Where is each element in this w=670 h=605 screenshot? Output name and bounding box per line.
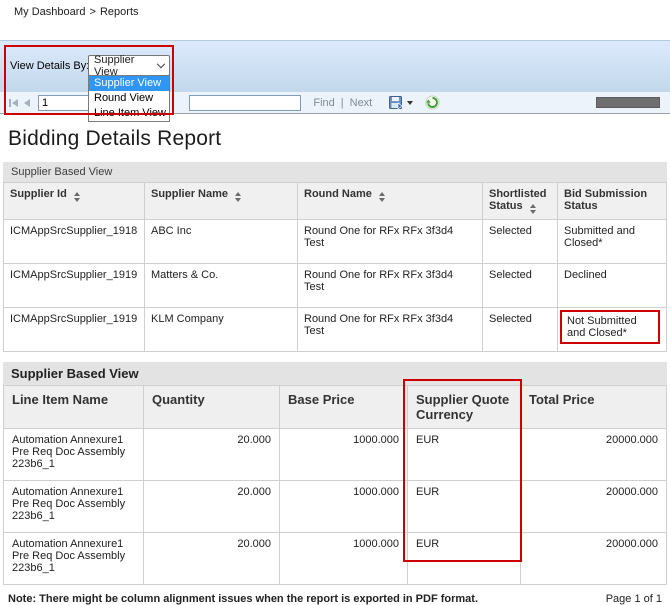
cell-base-price: 1000.000 [280,481,408,533]
line-item-table: Line Item Name Quantity Base Price Suppl… [3,385,667,585]
section-header-supplier-based-view-1: Supplier Based View [3,162,667,182]
view-details-selected-value: Supplier View [94,54,158,78]
report-viewer-toolbar-area: View Details By: Supplier View of 1 Find… [0,40,670,114]
column-label: Round Name [304,188,372,200]
first-page-icon [9,99,11,107]
export-dropdown-caret-icon [407,101,413,105]
cell-quantity: 20.000 [144,481,280,533]
cell-total-price: 20000.000 [521,533,667,585]
view-details-select[interactable]: Supplier View [88,55,170,76]
cell-bid-submission-status: Not Submitted and Closed* [558,308,667,352]
sort-icon[interactable] [74,192,80,202]
column-label: Bid Submission Status [564,188,647,212]
column-label: Shortlisted Status [489,188,546,212]
table-row: Automation Annexure1 Pre Req Doc Assembl… [4,429,667,481]
cell-supplier-id: ICMAppSrcSupplier_1919 [4,308,145,352]
line-item-section: Supplier Based View Line Item Name Quant… [3,362,667,585]
report-footer: Note: There might be column alignment is… [3,585,667,605]
table-header-row: Supplier Id Supplier Name Round Name Sho… [4,183,667,220]
view-details-dropdown-menu: Supplier View Round View Line Item View [88,75,170,122]
cell-supplier-name: Matters & Co. [145,264,298,308]
supplier-table: Supplier Id Supplier Name Round Name Sho… [3,182,667,352]
export-disk-icon [388,95,403,110]
table-row: ICMAppSrcSupplier_1919 Matters & Co. Rou… [4,264,667,308]
cell-supplier-quote-currency: EUR [408,533,521,585]
column-header-base-price: Base Price [280,386,408,429]
page-indicator: Page 1 of 1 [606,593,662,605]
cell-base-price: 1000.000 [280,429,408,481]
horizontal-scrollbar-thumb[interactable] [596,97,660,108]
dropdown-option-supplier-view[interactable]: Supplier View [89,76,169,91]
cell-round-name: Round One for RFx RFx 3f3d4 Test [298,220,483,264]
cell-supplier-quote-currency: EUR [408,429,521,481]
current-page-input[interactable] [38,95,94,111]
column-header-shortlisted-status[interactable]: Shortlisted Status [483,183,558,220]
status-text: Not Submitted and Closed* [567,315,637,339]
cell-quantity: 20.000 [144,533,280,585]
sort-icon[interactable] [235,192,241,202]
sort-icon[interactable] [379,192,385,202]
cell-shortlisted-status: Selected [483,220,558,264]
table-row: ICMAppSrcSupplier_1918 ABC Inc Round One… [4,220,667,264]
dropdown-option-line-item-view[interactable]: Line Item View [89,106,169,121]
sort-icon[interactable] [530,204,536,214]
refresh-icon [425,95,440,110]
find-next-separator: | [341,97,344,109]
cell-supplier-id: ICMAppSrcSupplier_1918 [4,220,145,264]
cell-round-name: Round One for RFx RFx 3f3d4 Test [298,264,483,308]
cell-bid-submission-status: Submitted and Closed* [558,220,667,264]
column-header-line-item-name: Line Item Name [4,386,144,429]
column-header-supplier-quote-currency: Supplier Quote Currency [408,386,521,429]
cell-supplier-id: ICMAppSrcSupplier_1919 [4,264,145,308]
column-label: Supplier Name [151,188,228,200]
breadcrumb-link-dashboard[interactable]: My Dashboard [14,6,86,18]
cell-quantity: 20.000 [144,429,280,481]
cell-total-price: 20000.000 [521,481,667,533]
column-header-supplier-id[interactable]: Supplier Id [4,183,145,220]
dropdown-option-round-view[interactable]: Round View [89,91,169,106]
column-header-bid-submission-status: Bid Submission Status [558,183,667,220]
table-row: ICMAppSrcSupplier_1919 KLM Company Round… [4,308,667,352]
breadcrumb-link-reports[interactable]: Reports [100,6,139,18]
cell-total-price: 20000.000 [521,429,667,481]
cell-bid-submission-status: Declined [558,264,667,308]
column-header-round-name[interactable]: Round Name [298,183,483,220]
find-link[interactable]: Find [313,97,334,109]
cell-round-name: Round One for RFx RFx 3f3d4 Test [298,308,483,352]
cell-shortlisted-status: Selected [483,308,558,352]
next-link[interactable]: Next [350,97,373,109]
table-row: Automation Annexure1 Pre Req Doc Assembl… [4,481,667,533]
column-header-supplier-name[interactable]: Supplier Name [145,183,298,220]
refresh-button[interactable] [425,95,440,110]
export-button[interactable] [388,95,415,110]
table-header-row: Line Item Name Quantity Base Price Suppl… [4,386,667,429]
find-text-input[interactable] [189,95,301,111]
first-page-button[interactable] [6,99,21,107]
cell-supplier-quote-currency: EUR [408,481,521,533]
first-page-icon-arrow [12,99,18,107]
cell-base-price: 1000.000 [280,533,408,585]
find-next-controls: Find | Next [313,97,372,109]
column-header-total-price: Total Price [521,386,667,429]
cell-supplier-name: KLM Company [145,308,298,352]
annotation-red-box-status-cell: Not Submitted and Closed* [560,310,660,344]
view-details-by-label: View Details By: [10,60,89,72]
table-row: Automation Annexure1 Pre Req Doc Assembl… [4,533,667,585]
report-body: Bidding Details Report Supplier Based Vi… [0,127,670,605]
breadcrumb: My Dashboard > Reports [0,0,670,21]
column-label: Supplier Id [10,188,67,200]
page-title: Bidding Details Report [8,127,667,151]
cell-line-item-name: Automation Annexure1 Pre Req Doc Assembl… [4,481,144,533]
cell-line-item-name: Automation Annexure1 Pre Req Doc Assembl… [4,429,144,481]
cell-supplier-name: ABC Inc [145,220,298,264]
previous-page-button[interactable] [21,99,33,107]
section-header-supplier-based-view-2: Supplier Based View [3,362,667,385]
cell-shortlisted-status: Selected [483,264,558,308]
breadcrumb-separator: > [90,6,96,18]
cell-line-item-name: Automation Annexure1 Pre Req Doc Assembl… [4,533,144,585]
column-header-quantity: Quantity [144,386,280,429]
footer-note: Note: There might be column alignment is… [8,593,478,605]
previous-page-icon [24,99,30,107]
